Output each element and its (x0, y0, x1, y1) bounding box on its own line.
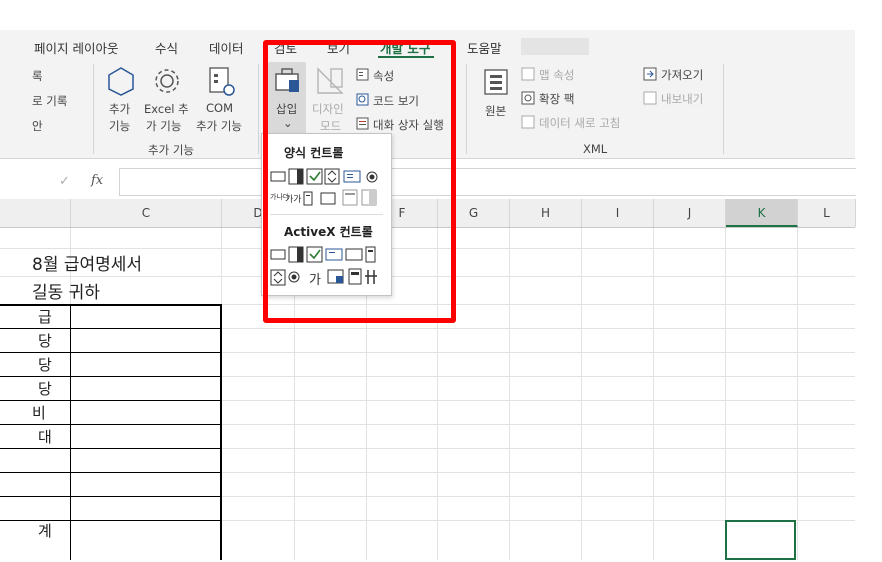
salary-table-top-border (0, 304, 221, 562)
table-row-label[interactable]: 비 (32, 402, 46, 423)
payslip-recipient[interactable]: 길동 귀하 (32, 278, 100, 303)
tab-help[interactable]: 도움말 (467, 38, 502, 57)
xml-source-button[interactable]: 원본 (485, 103, 506, 119)
xml-export-button[interactable]: 내보내기 (661, 91, 703, 107)
relative-reference-button[interactable]: 로 기록 (32, 93, 67, 109)
addins-icon (108, 67, 134, 96)
expansion-packs-button[interactable]: 확장 팩 (539, 91, 574, 107)
excel-addins-label-2[interactable]: 가 기능 (146, 118, 181, 134)
map-properties-icon (521, 67, 535, 81)
table-row-label[interactable]: 대 (38, 426, 52, 447)
xml-group-label: XML (583, 142, 608, 156)
macro-security-button[interactable]: 안 (32, 118, 43, 134)
com-addins-label-1[interactable]: COM (206, 101, 233, 115)
group-separator (93, 64, 94, 154)
column-header-k[interactable]: K (726, 199, 798, 227)
tab-page-layout[interactable]: 페이지 레이아웃 (34, 38, 118, 57)
record-macro-button[interactable]: 록 (32, 68, 43, 84)
active-cell-selection[interactable] (725, 520, 796, 560)
tab-data[interactable]: 데이터 (209, 38, 244, 57)
xml-source-icon (484, 69, 508, 95)
com-addins-label-2[interactable]: 추가 기능 (196, 118, 242, 134)
highlight-box (263, 40, 456, 323)
table-row-label[interactable]: 급 (38, 306, 52, 327)
redacted-tab-block (521, 38, 589, 55)
expansion-packs-icon (521, 91, 535, 105)
refresh-data-icon (521, 115, 535, 129)
column-header-l[interactable]: L (798, 199, 856, 227)
table-row-label[interactable]: 당 (38, 378, 52, 399)
excel-addins-gear-icon (155, 69, 179, 93)
column-header-b[interactable] (0, 199, 71, 227)
xml-export-icon (643, 91, 657, 105)
group-separator (466, 64, 467, 154)
column-header-i[interactable]: I (582, 199, 654, 227)
formula-input[interactable] (119, 168, 856, 196)
addins-label-1[interactable]: 추가 (109, 101, 130, 117)
payslip-title[interactable]: 8월 급여명세서 (32, 250, 142, 275)
column-header-c[interactable]: C (71, 199, 222, 227)
map-properties-button[interactable]: 맵 속성 (539, 67, 574, 83)
addins-group-label: 추가 기능 (148, 143, 194, 157)
group-separator (258, 64, 259, 154)
table-row-label[interactable]: 당 (38, 330, 52, 351)
table-row-label[interactable]: 계 (38, 520, 52, 541)
insert-function-icon[interactable]: fx (91, 173, 103, 188)
excel-addins-label-1[interactable]: Excel 추 (144, 101, 189, 117)
column-header-j[interactable]: J (654, 199, 726, 227)
group-separator (723, 64, 724, 154)
tab-formulas[interactable]: 수식 (155, 38, 178, 57)
column-header-h[interactable]: H (510, 199, 582, 227)
xml-import-icon (643, 67, 657, 81)
table-row-label[interactable]: 당 (38, 354, 52, 375)
com-addins-icon (209, 67, 235, 96)
xml-import-button[interactable]: 가져오기 (661, 67, 703, 83)
enter-check-icon[interactable]: ✓ (59, 174, 70, 189)
addins-label-2[interactable]: 기능 (109, 118, 130, 134)
refresh-data-button[interactable]: 데이터 새로 고침 (539, 115, 620, 131)
